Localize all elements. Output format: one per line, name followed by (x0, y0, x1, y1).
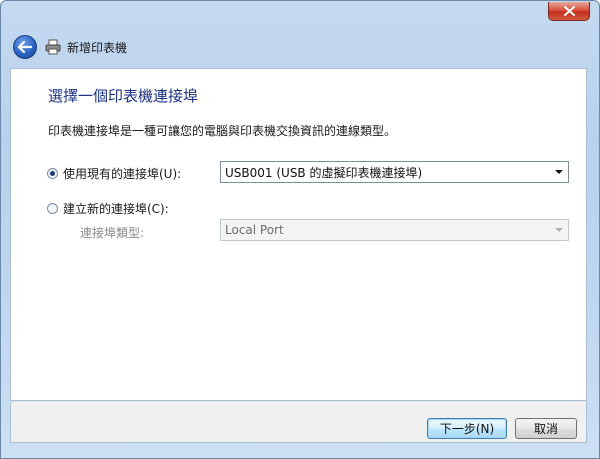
chevron-down-icon (555, 228, 563, 232)
window-title: 新增印表機 (67, 40, 128, 55)
create-new-port-label: 建立新的連接埠(C): (63, 202, 169, 216)
cancel-button[interactable]: 取消 (515, 418, 577, 439)
chevron-down-icon (555, 170, 563, 174)
next-button[interactable]: 下一步(N) (427, 418, 507, 439)
page-description: 印表機連接埠是一種可讓您的電腦與印表機交換資訊的連線類型。 (48, 124, 397, 138)
wizard-footer: 下一步(N) 取消 (10, 401, 587, 443)
back-arrow-icon (18, 41, 32, 53)
printer-icon (45, 39, 61, 55)
existing-port-value: USB001 (USB 的虛擬印表機連接埠) (225, 165, 423, 180)
existing-port-select[interactable]: USB001 (USB 的虛擬印表機連接埠) (220, 161, 569, 183)
radio-icon[interactable] (47, 203, 58, 214)
add-printer-window: 新增印表機 選擇一個印表機連接埠 印表機連接埠是一種可讓您的電腦與印表機交換資訊… (0, 0, 600, 459)
port-type-value: Local Port (225, 223, 284, 237)
port-type-select[interactable]: Local Port (220, 219, 569, 241)
create-new-port-option[interactable]: 建立新的連接埠(C): (47, 200, 169, 217)
port-type-label: 連接埠類型: (80, 226, 145, 240)
use-existing-port-label: 使用現有的連接埠(U): (63, 167, 182, 181)
wizard-titlebar: 新增印表機 (9, 32, 589, 62)
wizard-content: 選擇一個印表機連接埠 印表機連接埠是一種可讓您的電腦與印表機交換資訊的連線類型。… (10, 68, 587, 401)
page-title: 選擇一個印表機連接埠 (48, 87, 199, 105)
back-button[interactable] (13, 35, 37, 59)
use-existing-port-option[interactable]: 使用現有的連接埠(U): (47, 165, 181, 182)
close-icon (563, 6, 575, 16)
radio-icon[interactable] (47, 168, 58, 179)
close-button[interactable] (548, 2, 590, 21)
